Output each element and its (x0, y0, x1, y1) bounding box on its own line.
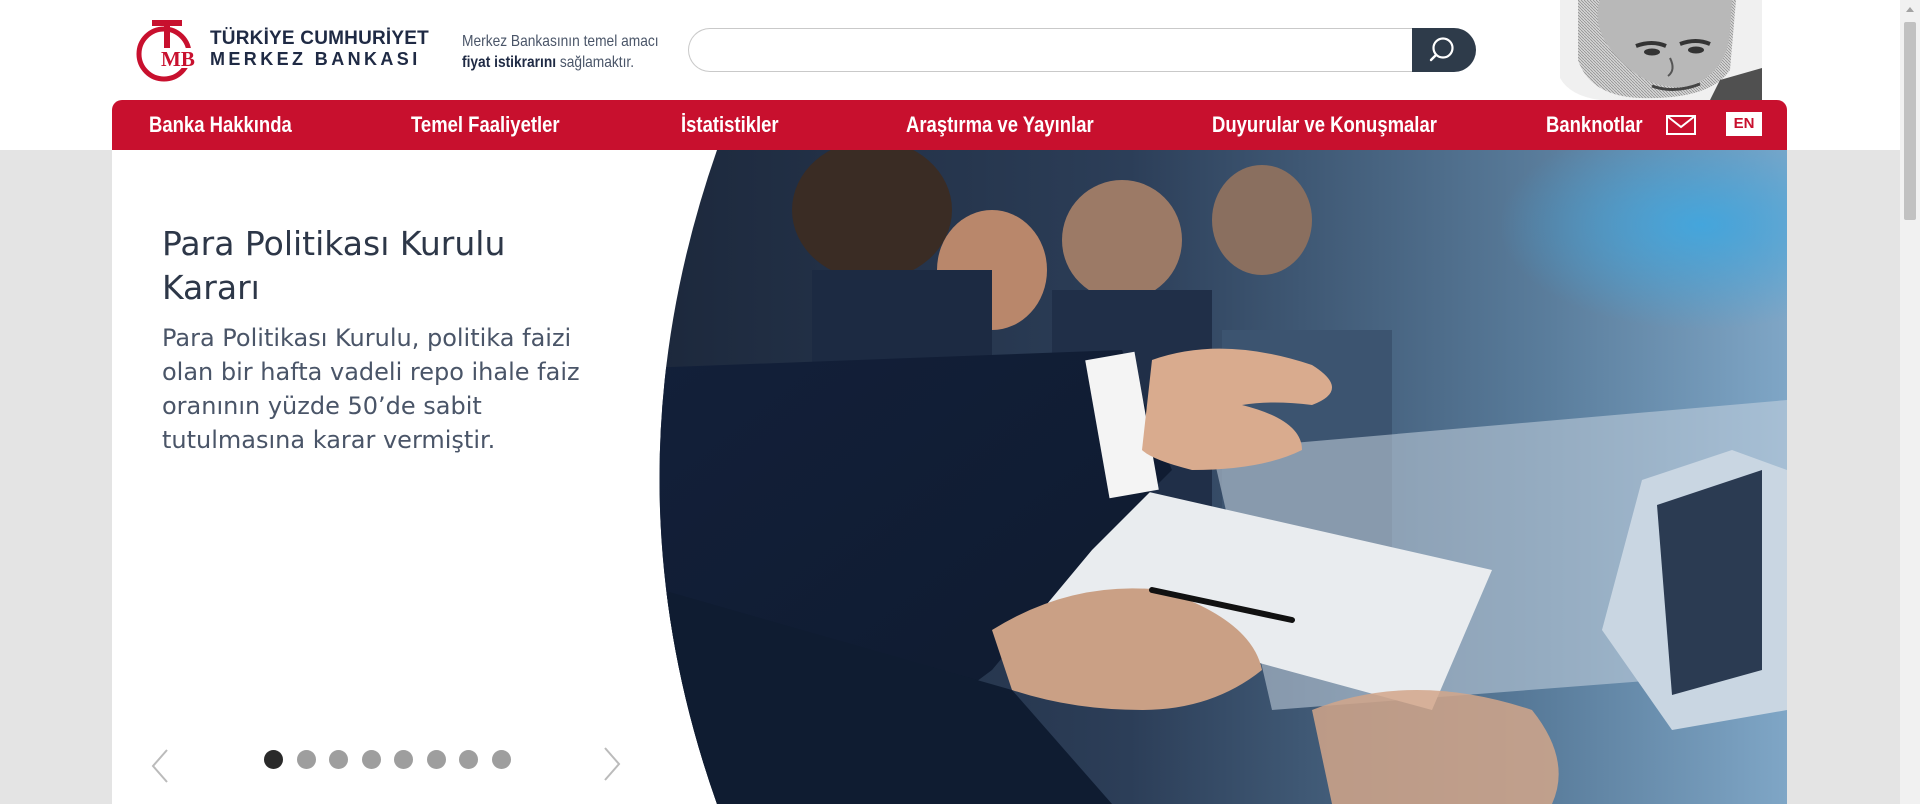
nav-duyurular-ve-konusmalar[interactable]: Duyurular ve Konuşmalar (1212, 100, 1437, 150)
tagline-rest: sağlamaktır. (556, 54, 635, 71)
language-switch-en[interactable]: EN (1726, 112, 1762, 136)
slide-dot[interactable] (329, 750, 348, 769)
search-button[interactable] (1412, 28, 1476, 72)
nav-istatistikler[interactable]: İstatistikler (681, 100, 779, 150)
slide-dot[interactable] (362, 750, 381, 769)
bank-name-line1: TÜRKİYE CUMHURİYET (210, 28, 429, 49)
slide-dot[interactable] (427, 750, 446, 769)
mission-tagline: Merkez Bankasının temel amacı fiyat isti… (462, 31, 659, 73)
slide-dot[interactable] (394, 750, 413, 769)
bank-name-line2: MERKEZ BANKASI (210, 49, 421, 69)
governor-portrait (1560, 0, 1762, 100)
chevron-right-icon[interactable] (602, 746, 622, 782)
tagline-line1: Merkez Bankasının temel amacı (462, 33, 659, 50)
nav-banknotlar[interactable]: Banknotlar (1546, 100, 1643, 150)
chevron-left-icon[interactable] (150, 748, 170, 784)
slide-dot[interactable] (297, 750, 316, 769)
nav-temel-faaliyetler[interactable]: Temel Faaliyetler (411, 100, 560, 150)
nav-banka-hakkinda[interactable]: Banka Hakkında (149, 100, 292, 150)
slide-title[interactable]: Para Politikası Kurulu Kararı (162, 222, 582, 310)
slide-dot[interactable] (492, 750, 511, 769)
nav-arastirma-ve-yayinlar[interactable]: Araştırma ve Yayınlar (906, 100, 1094, 150)
slide-dot[interactable] (264, 750, 283, 769)
search-icon (1429, 37, 1454, 62)
tagline-bold: fiyat istikrarını (462, 54, 557, 71)
scroll-up-arrow-icon[interactable] (1900, 0, 1920, 20)
tcmb-logo[interactable]: MB TÜRKİYE CUMHURİYET MERKEZ BANKASI (136, 18, 436, 82)
slide-text: Para Politikası Kurulu, politika faizi o… (162, 324, 580, 454)
hero-slider: Para Politikası Kurulu Kararı Para Polit… (112, 150, 1787, 804)
tcmb-emblem: MB (136, 20, 200, 82)
main-nav: Banka Hakkında Temel Faaliyetler İstatis… (112, 100, 1787, 150)
page-scrollbar[interactable] (1900, 0, 1920, 804)
scrollbar-thumb[interactable] (1904, 22, 1916, 220)
search-input[interactable] (688, 28, 1412, 72)
slide-dot[interactable] (459, 750, 478, 769)
bank-name: TÜRKİYE CUMHURİYET MERKEZ BANKASI (210, 28, 429, 70)
portrait-image (1560, 0, 1762, 100)
svg-text:MB: MB (161, 47, 195, 71)
mail-icon[interactable] (1666, 115, 1696, 135)
